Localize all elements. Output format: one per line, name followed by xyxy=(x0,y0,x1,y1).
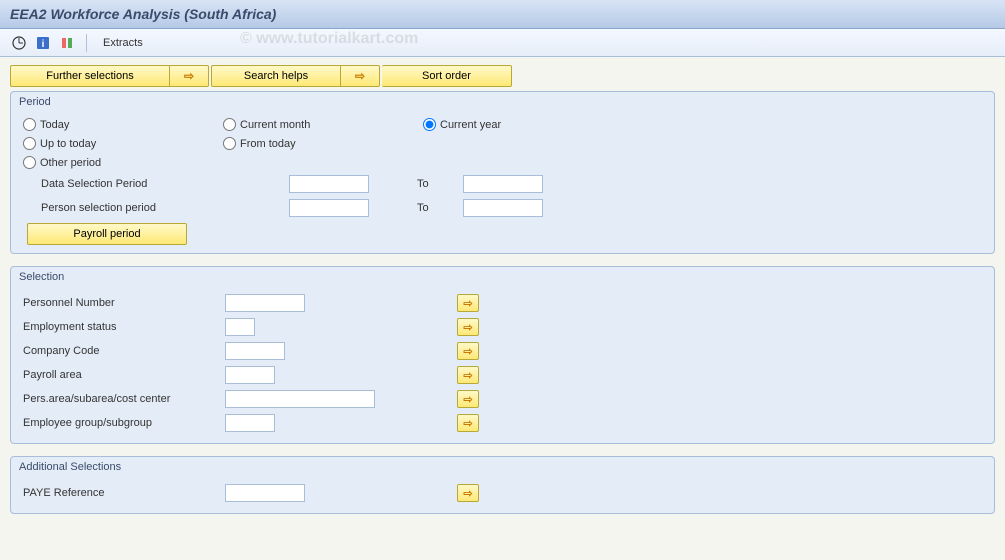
employee-group-input[interactable] xyxy=(225,414,275,432)
multi-select-button[interactable]: ⇨ xyxy=(457,484,479,502)
person-selection-from-input[interactable] xyxy=(289,199,369,217)
radio-from-today[interactable]: From today xyxy=(223,135,423,152)
search-helps-label: Search helps xyxy=(244,70,308,82)
extracts-menu[interactable]: Extracts xyxy=(97,35,149,51)
arrow-right-icon: ⇨ xyxy=(463,487,472,500)
arrow-right-icon: ⇨ xyxy=(463,321,472,334)
multi-select-button[interactable]: ⇨ xyxy=(457,366,479,384)
radio-other-period[interactable]: Other period xyxy=(23,154,223,171)
app-toolbar: i Extracts xyxy=(0,29,1005,57)
sort-order-label: Sort order xyxy=(422,70,471,82)
search-helps-button[interactable]: Search helps xyxy=(211,65,341,87)
data-selection-from-input[interactable] xyxy=(289,175,369,193)
additional-legend: Additional Selections xyxy=(11,457,994,477)
execute-icon[interactable] xyxy=(10,34,28,52)
multi-select-button[interactable]: ⇨ xyxy=(457,294,479,312)
sort-order-button[interactable]: Sort order xyxy=(382,65,512,87)
period-legend: Period xyxy=(11,92,994,112)
arrow-right-icon: ⇨ xyxy=(463,369,472,382)
selection-legend: Selection xyxy=(11,267,994,287)
toolbar-sep xyxy=(86,34,87,52)
selection-buttons: Further selections ⇨ Search helps ⇨ Sort… xyxy=(10,65,995,87)
variant-icon[interactable] xyxy=(58,34,76,52)
arrow-right-icon: ⇨ xyxy=(463,297,472,310)
sel-label-1: Employment status xyxy=(23,321,221,333)
person-selection-label: Person selection period xyxy=(23,202,203,214)
person-selection-to-input[interactable] xyxy=(463,199,543,217)
paye-reference-input[interactable] xyxy=(225,484,305,502)
radio-up-to-today[interactable]: Up to today xyxy=(23,135,223,152)
further-selections-button[interactable]: Further selections xyxy=(10,65,170,87)
radio-current-month[interactable]: Current month xyxy=(223,116,423,133)
sel-label-3: Payroll area xyxy=(23,369,221,381)
multi-select-button[interactable]: ⇨ xyxy=(457,342,479,360)
to-label: To xyxy=(417,178,455,190)
employment-status-input[interactable] xyxy=(225,318,255,336)
search-helps-arrow[interactable]: ⇨ xyxy=(341,65,380,87)
sel-label-5: Employee group/subgroup xyxy=(23,417,221,429)
page-title: EEA2 Workforce Analysis (South Africa) xyxy=(10,6,995,22)
svg-text:i: i xyxy=(42,39,45,50)
multi-select-button[interactable]: ⇨ xyxy=(457,390,479,408)
paye-label: PAYE Reference xyxy=(23,487,221,499)
sel-label-0: Personnel Number xyxy=(23,297,221,309)
multi-select-button[interactable]: ⇨ xyxy=(457,318,479,336)
arrow-right-icon: ⇨ xyxy=(463,417,472,430)
period-group: Period Today Current month Current year … xyxy=(10,91,995,254)
selection-group: Selection Personnel Number ⇨ Employment … xyxy=(10,266,995,444)
payroll-period-button[interactable]: Payroll period xyxy=(27,223,187,245)
arrow-right-icon: ⇨ xyxy=(463,393,472,406)
further-selections-arrow[interactable]: ⇨ xyxy=(170,65,209,87)
data-selection-label: Data Selection Period xyxy=(23,178,203,190)
further-selections-label: Further selections xyxy=(46,70,133,82)
pers-area-input[interactable] xyxy=(225,390,375,408)
radio-today[interactable]: Today xyxy=(23,116,223,133)
multi-select-button[interactable]: ⇨ xyxy=(457,414,479,432)
sel-label-4: Pers.area/subarea/cost center xyxy=(23,393,221,405)
arrow-right-icon: ⇨ xyxy=(463,345,472,358)
radio-current-year[interactable]: Current year xyxy=(423,116,623,133)
arrow-right-icon: ⇨ xyxy=(182,69,196,83)
sel-label-2: Company Code xyxy=(23,345,221,357)
company-code-input[interactable] xyxy=(225,342,285,360)
personnel-number-input[interactable] xyxy=(225,294,305,312)
payroll-area-input[interactable] xyxy=(225,366,275,384)
arrow-right-icon: ⇨ xyxy=(353,69,367,83)
info-icon[interactable]: i xyxy=(34,34,52,52)
additional-selections-group: Additional Selections PAYE Reference ⇨ xyxy=(10,456,995,514)
to-label-2: To xyxy=(417,202,455,214)
data-selection-to-input[interactable] xyxy=(463,175,543,193)
